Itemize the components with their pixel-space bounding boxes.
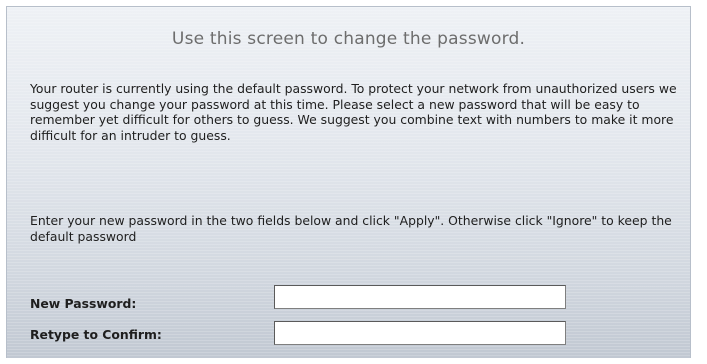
password-change-panel: Use this screen to change the password. … — [6, 6, 691, 358]
confirm-password-label: Retype to Confirm: — [30, 327, 162, 342]
new-password-label: New Password: — [30, 296, 137, 311]
new-password-field[interactable] — [274, 285, 566, 309]
intro-text: Your router is currently using the defau… — [30, 81, 677, 143]
page-title: Use this screen to change the password. — [171, 29, 526, 49]
instructions-text: Enter your new password in the two field… — [30, 213, 672, 244]
confirm-password-field[interactable] — [274, 321, 566, 345]
